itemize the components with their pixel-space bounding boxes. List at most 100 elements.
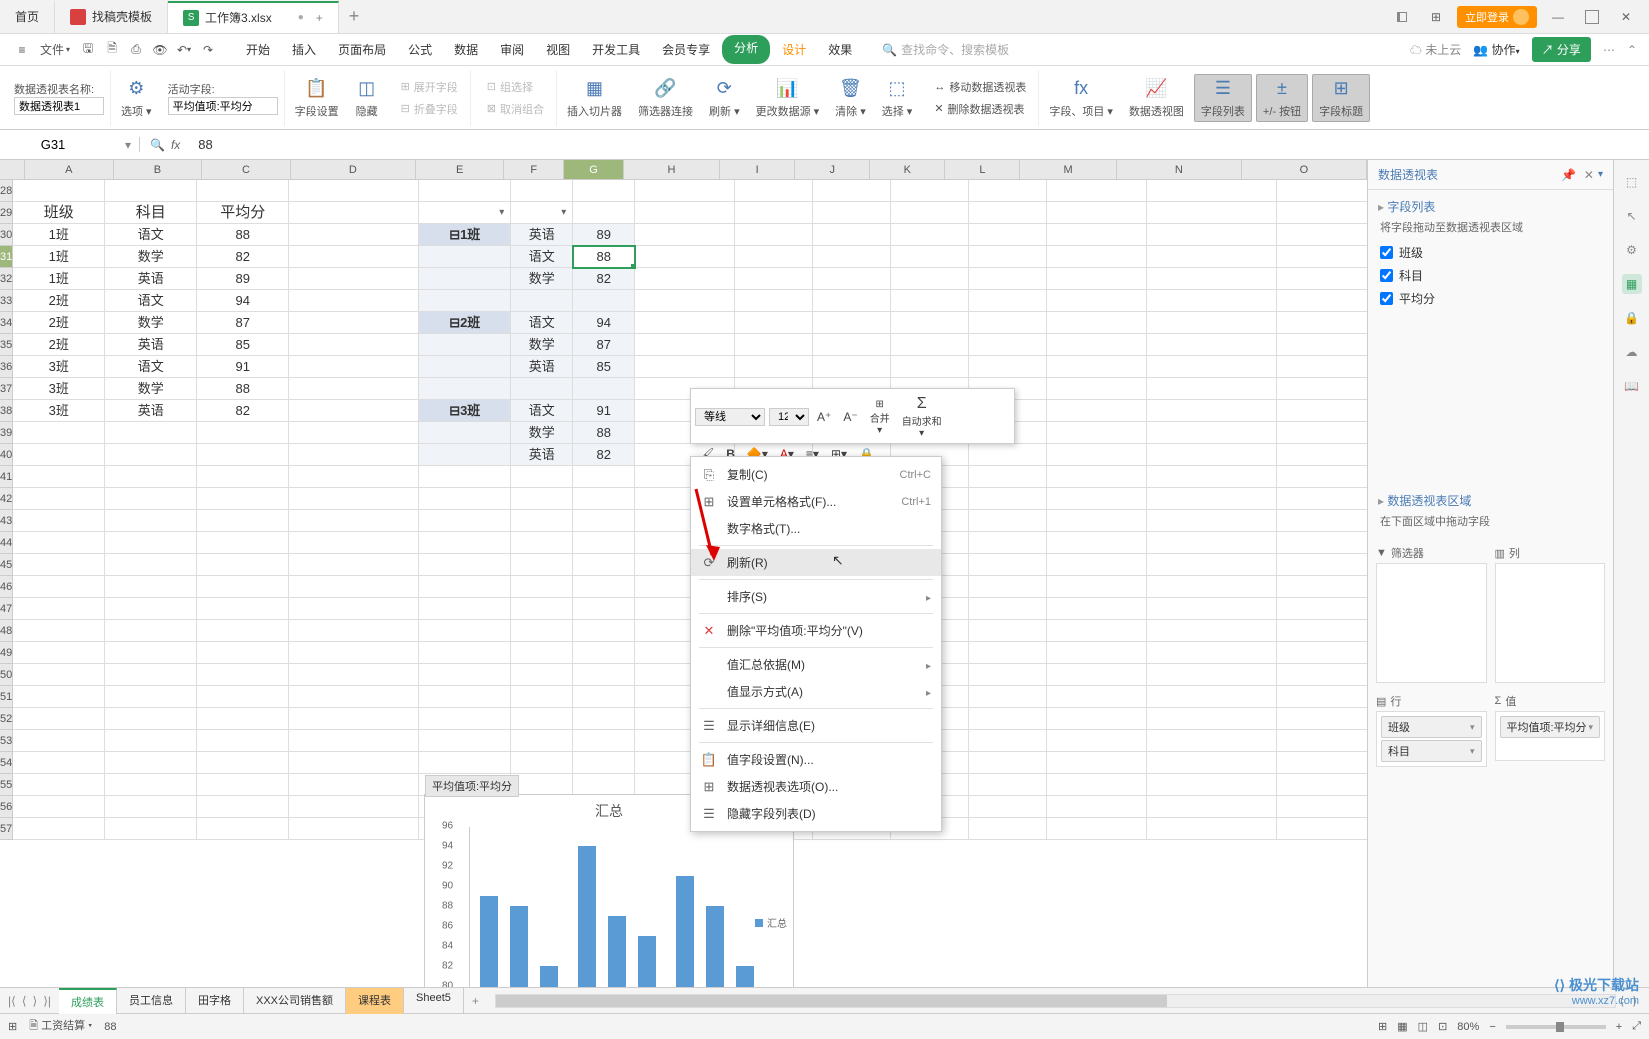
formula-input[interactable]: 88 <box>190 137 1649 152</box>
cell[interactable] <box>511 708 573 730</box>
cell[interactable] <box>1277 532 1367 554</box>
cm-sort[interactable]: 排序(S) <box>691 583 941 610</box>
cloud-status[interactable]: ☁ 未上云 <box>1410 41 1461 58</box>
cell[interactable] <box>635 312 735 334</box>
cell[interactable] <box>419 664 511 686</box>
cell[interactable] <box>511 576 573 598</box>
decrease-font-icon[interactable]: A⁻ <box>839 408 861 426</box>
row-header-36[interactable]: 36 <box>0 356 13 378</box>
col-header-B[interactable]: B <box>114 160 203 179</box>
status-doc[interactable]: 🗎 工资结算 ▾ <box>29 1017 92 1036</box>
cell[interactable] <box>573 664 635 686</box>
cell[interactable] <box>511 510 573 532</box>
cell[interactable] <box>969 510 1047 532</box>
menu-design[interactable]: 设计 <box>772 35 816 64</box>
cell[interactable] <box>1047 774 1147 796</box>
cell[interactable] <box>419 356 511 378</box>
cell[interactable] <box>735 334 813 356</box>
cell[interactable] <box>1147 730 1277 752</box>
undo-icon[interactable]: ↶▾ <box>174 40 194 60</box>
col-header-J[interactable]: J <box>795 160 870 179</box>
cell[interactable] <box>1277 488 1367 510</box>
cell[interactable]: 89 <box>197 268 289 290</box>
cell[interactable] <box>1277 312 1367 334</box>
sheet-tab[interactable]: Sheet5 <box>404 988 464 1014</box>
cell[interactable] <box>105 730 197 752</box>
cell[interactable] <box>1047 730 1147 752</box>
cell[interactable] <box>635 268 735 290</box>
row-header-40[interactable]: 40 <box>0 444 13 466</box>
cell[interactable] <box>419 290 511 312</box>
h-scrollbar[interactable] <box>495 994 1616 1008</box>
cell[interactable] <box>419 620 511 642</box>
cell[interactable] <box>735 224 813 246</box>
cell[interactable] <box>197 818 289 840</box>
menu-insert[interactable]: 插入 <box>282 35 326 64</box>
cell[interactable] <box>573 774 635 796</box>
cell[interactable]: 数学 <box>105 312 197 334</box>
cell[interactable] <box>289 378 419 400</box>
cell[interactable] <box>1277 334 1367 356</box>
cell[interactable]: 82 <box>197 246 289 268</box>
cell[interactable] <box>197 620 289 642</box>
col-header-M[interactable]: M <box>1020 160 1116 179</box>
row-chip[interactable]: 科目 <box>1381 740 1482 762</box>
row-header-44[interactable]: 44 <box>0 532 13 554</box>
cell[interactable] <box>1047 356 1147 378</box>
cell[interactable] <box>289 686 419 708</box>
col-header-A[interactable]: A <box>25 160 114 179</box>
cell[interactable]: 英语 <box>511 224 573 246</box>
cell[interactable]: 85 <box>197 334 289 356</box>
col-header-O[interactable]: O <box>1242 160 1367 179</box>
cell[interactable] <box>1047 444 1147 466</box>
move-pivot-button[interactable]: ↔移动数据透视表 <box>928 77 1032 97</box>
cell[interactable] <box>1277 246 1367 268</box>
merge-button[interactable]: ⊞合并▾ <box>866 397 894 438</box>
cell[interactable] <box>1047 180 1147 202</box>
cell[interactable]: 91 <box>573 400 635 422</box>
cell[interactable] <box>1277 774 1367 796</box>
cell[interactable]: 语文 <box>105 356 197 378</box>
cell[interactable] <box>1277 202 1367 224</box>
cell[interactable] <box>969 708 1047 730</box>
cell[interactable] <box>197 774 289 796</box>
sheet-tab[interactable]: 课程表 <box>346 988 404 1014</box>
cell[interactable] <box>969 290 1047 312</box>
cell[interactable]: 88 <box>573 422 635 444</box>
maximize-button[interactable] <box>1579 4 1605 30</box>
cell[interactable] <box>969 532 1047 554</box>
cell[interactable]: 平均分 <box>197 202 289 224</box>
cell[interactable] <box>969 312 1047 334</box>
row-header-38[interactable]: 38 <box>0 400 13 422</box>
cell[interactable]: 语文 <box>511 400 573 422</box>
cell[interactable] <box>13 730 105 752</box>
row-header-28[interactable]: 28 <box>0 180 13 202</box>
cell[interactable] <box>969 796 1047 818</box>
rt-book-icon[interactable]: 📖 <box>1622 376 1642 396</box>
cell[interactable] <box>105 642 197 664</box>
cell[interactable]: 语文 <box>105 290 197 312</box>
menu-analyze[interactable]: 分析 <box>722 35 770 64</box>
cell[interactable] <box>813 246 891 268</box>
rt-select-icon[interactable]: ⬚ <box>1622 172 1642 192</box>
cm-show-details[interactable]: ☰显示详细信息(E) <box>691 712 941 739</box>
rt-cloud-icon[interactable]: ☁ <box>1622 342 1642 362</box>
cell[interactable] <box>289 598 419 620</box>
cell[interactable] <box>197 730 289 752</box>
cell[interactable] <box>1047 620 1147 642</box>
cell[interactable] <box>969 730 1047 752</box>
cell[interactable] <box>289 818 419 840</box>
cell[interactable] <box>511 598 573 620</box>
status-doc-icon[interactable]: ⊞ <box>8 1020 17 1033</box>
row-header-42[interactable]: 42 <box>0 488 13 510</box>
cell[interactable] <box>1047 796 1147 818</box>
cell[interactable] <box>1147 180 1277 202</box>
row-header-43[interactable]: 43 <box>0 510 13 532</box>
cell[interactable] <box>1047 290 1147 312</box>
cell[interactable]: 数学 <box>105 378 197 400</box>
collapse-ribbon-icon[interactable]: ⌃ <box>1627 43 1637 57</box>
cell[interactable] <box>289 202 419 224</box>
hide-button[interactable]: ◫隐藏 <box>349 75 385 121</box>
cell[interactable] <box>1147 246 1277 268</box>
cell[interactable] <box>419 730 511 752</box>
